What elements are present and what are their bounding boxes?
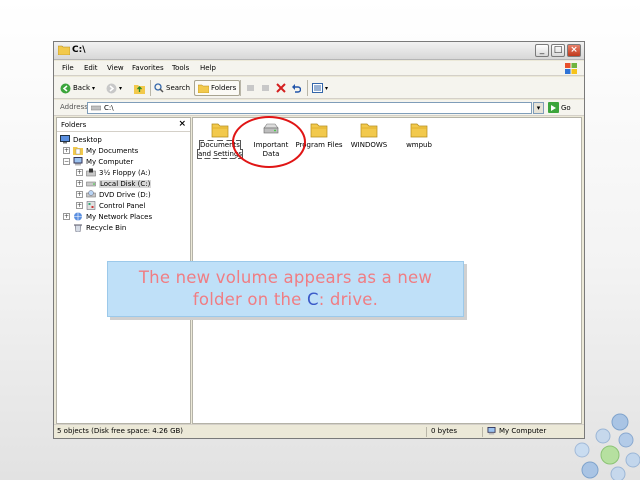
copy-to-icon (262, 85, 269, 91)
maximize-button[interactable]: □ (551, 44, 565, 57)
folders-button[interactable]: Folders (194, 80, 241, 96)
folder-icon (211, 123, 229, 138)
caption-highlight: C (306, 290, 319, 309)
control-panel-icon (86, 201, 96, 210)
folder-icon (310, 123, 328, 138)
back-button[interactable]: Back ▾ (60, 80, 95, 96)
toolbar: Back ▾ ▾ Search Folders ▾ (54, 77, 584, 99)
menu-file[interactable]: File (62, 64, 74, 72)
back-arrow-icon (60, 83, 71, 93)
copy-to-button[interactable] (261, 80, 271, 96)
up-folder-icon (134, 84, 145, 94)
folder-icon (58, 45, 70, 55)
menu-tools[interactable]: Tools (172, 64, 189, 72)
desktop-icon (60, 135, 70, 144)
undo-icon (292, 84, 301, 93)
caption-line-1: The new volume appears as a new (138, 268, 433, 287)
folder-icon (360, 123, 378, 138)
documents-icon (73, 147, 83, 155)
highlight-circle (232, 116, 306, 168)
folder-icon (410, 123, 428, 138)
expand-toggle[interactable]: + (76, 191, 83, 198)
address-label: Address (60, 103, 88, 111)
tree-item-my-network-places[interactable]: + My Network Places (63, 211, 152, 222)
menu-view[interactable]: View (107, 64, 124, 72)
move-to-icon (247, 85, 254, 91)
recycle-bin-icon (74, 224, 82, 232)
menu-bar: File Edit View Favorites Tools Help (54, 61, 584, 76)
caption-box: The new volume appears as a new folder o… (107, 261, 464, 317)
minimize-button[interactable]: _ (535, 44, 549, 57)
folder-wmpub[interactable]: wmpub (394, 122, 444, 150)
tree-item-desktop[interactable]: Desktop (60, 134, 102, 145)
close-pane-button[interactable]: × (178, 119, 186, 129)
close-button[interactable]: × (567, 44, 581, 57)
tree-item-local-disk-c[interactable]: + Local Disk (C:) (76, 178, 152, 189)
go-arrow-icon (548, 102, 559, 113)
address-input[interactable]: C:\ (87, 102, 532, 114)
tree-item-control-panel[interactable]: + Control Panel (76, 200, 145, 211)
drive-icon (91, 105, 101, 111)
tree-item-my-documents[interactable]: + My Documents (63, 145, 138, 156)
forward-arrow-icon (106, 83, 117, 93)
views-button[interactable]: ▾ (312, 80, 328, 96)
floppy-drive-icon (86, 168, 96, 177)
up-folder-button[interactable] (134, 80, 145, 96)
expand-toggle[interactable]: + (76, 169, 83, 176)
go-label: Go (561, 103, 571, 112)
expand-toggle[interactable]: + (63, 147, 70, 154)
status-bar: 5 objects (Disk free space: 4.26 GB) 0 b… (54, 424, 584, 438)
search-button[interactable]: Search (154, 80, 190, 96)
menu-favorites[interactable]: Favorites (132, 64, 164, 72)
move-to-button[interactable] (246, 80, 256, 96)
collapse-toggle[interactable]: − (63, 158, 70, 165)
expand-toggle[interactable]: + (63, 213, 70, 220)
tree-item-floppy[interactable]: + 3½ Floppy (A:) (76, 167, 150, 178)
delete-button[interactable] (276, 80, 286, 96)
network-places-icon (74, 212, 82, 221)
tree-item-recycle-bin[interactable]: Recycle Bin (73, 222, 126, 233)
search-label: Search (166, 84, 191, 92)
folders-pane-header: Folders × (57, 118, 190, 132)
address-value: C:\ (104, 104, 114, 112)
caption-line-2: folder on the C: drive. (192, 290, 379, 309)
title-bar[interactable]: C:\ _ □ × (54, 42, 584, 60)
back-label: Back (73, 84, 90, 92)
tree-item-label-selected: Local Disk (C:) (99, 179, 152, 188)
expand-toggle[interactable]: + (76, 202, 83, 209)
decorative-bubbles (574, 413, 640, 480)
forward-button[interactable]: ▾ (106, 80, 122, 96)
address-dropdown-button[interactable]: ▾ (533, 102, 544, 114)
go-button[interactable]: Go (548, 102, 571, 113)
address-bar: Address C:\ ▾ Go (54, 100, 584, 116)
tree-item-my-computer[interactable]: − My Computer (63, 156, 133, 167)
explorer-window: C:\ _ □ × File Edit View Favorites Tools… (53, 41, 585, 439)
folders-label: Folders (211, 84, 237, 92)
folders-icon (198, 84, 209, 93)
hard-drive-icon (86, 181, 96, 187)
search-icon (154, 83, 164, 93)
delete-icon (276, 83, 286, 93)
folder-windows[interactable]: WINDOWS (344, 122, 394, 150)
menu-help[interactable]: Help (200, 64, 216, 72)
computer-icon (487, 427, 496, 435)
dvd-drive-icon (86, 190, 96, 198)
folders-pane-title: Folders (61, 121, 87, 129)
expand-toggle[interactable]: + (76, 180, 83, 187)
status-objects: 5 objects (Disk free space: 4.26 GB) (57, 427, 184, 435)
menu-edit[interactable]: Edit (84, 64, 98, 72)
window-title: C:\ (72, 45, 86, 55)
views-icon (312, 83, 323, 93)
undo-button[interactable] (291, 80, 301, 96)
tree-item-dvd-drive[interactable]: + DVD Drive (D:) (76, 189, 151, 200)
windows-logo-icon (565, 63, 577, 74)
status-size: 0 bytes (426, 427, 457, 437)
computer-icon (73, 157, 83, 166)
